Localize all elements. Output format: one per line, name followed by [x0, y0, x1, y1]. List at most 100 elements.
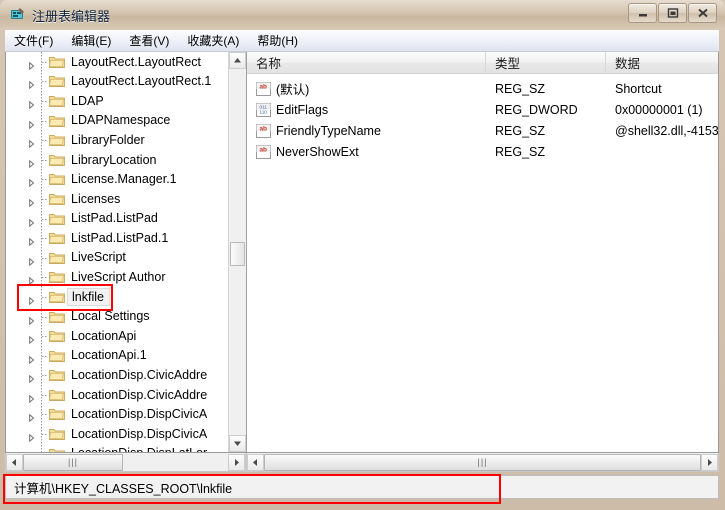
- tree-item[interactable]: License.Manager.1: [6, 170, 228, 190]
- column-header-data[interactable]: 数据: [606, 52, 718, 73]
- chevron-right-icon[interactable]: [27, 155, 36, 169]
- chevron-right-icon[interactable]: [27, 332, 36, 345]
- chevron-right-icon[interactable]: [27, 234, 36, 247]
- folder-icon: [49, 388, 65, 402]
- tree-connector-dash: [42, 120, 47, 122]
- tree-item[interactable]: LDAP: [6, 91, 228, 111]
- scroll-up-arrow-icon[interactable]: [229, 52, 246, 69]
- tree-item-label: LayoutRect.LayoutRect.1: [71, 74, 212, 89]
- tree-item[interactable]: LocationDisp.DispCivicA: [6, 405, 228, 425]
- tree-item[interactable]: LibraryLocation: [6, 150, 228, 170]
- folder-icon: [49, 270, 65, 284]
- chevron-right-icon[interactable]: [27, 410, 36, 423]
- title-bar: 注册表编辑器: [0, 0, 725, 30]
- tree-item[interactable]: Local Settings: [6, 307, 228, 327]
- value-data: 0x00000001 (1): [615, 102, 703, 117]
- tree-item[interactable]: ListPad.ListPad: [6, 209, 228, 229]
- close-button[interactable]: [688, 3, 717, 23]
- tree-item[interactable]: LocationApi: [6, 326, 228, 346]
- folder-icon: [49, 212, 65, 226]
- column-header-type[interactable]: 类型: [486, 52, 606, 73]
- registry-tree[interactable]: LayoutRect.LayoutRect LayoutRect.LayoutR…: [6, 52, 228, 452]
- tree-item[interactable]: LayoutRect.LayoutRect.1: [6, 72, 228, 92]
- chevron-right-icon[interactable]: [27, 430, 36, 443]
- tree-item[interactable]: LiveScript Author: [6, 268, 228, 288]
- chevron-right-icon[interactable]: [27, 214, 36, 227]
- chevron-right-icon[interactable]: [27, 273, 36, 286]
- menu-item-file[interactable]: 文件(F): [5, 30, 62, 51]
- chevron-right-icon[interactable]: [27, 371, 36, 384]
- tree-item-selected[interactable]: lnkfile: [6, 287, 228, 307]
- menu-item-view[interactable]: 查看(V): [120, 30, 178, 51]
- tree-item[interactable]: LocationDisp.DispLatLor: [6, 444, 228, 452]
- tree-vertical-scrollbar[interactable]: [228, 52, 246, 452]
- value-name-cell: ab NeverShowExt: [247, 144, 486, 159]
- tree-item-label: LiveScript Author: [71, 270, 166, 285]
- chevron-right-icon[interactable]: [27, 351, 36, 364]
- chevron-right-icon[interactable]: [27, 390, 36, 404]
- list-scroll-right-arrow-icon[interactable]: [701, 453, 718, 471]
- folder-icon: [49, 192, 65, 206]
- tree-scroll-thumb[interactable]: [230, 242, 245, 266]
- value-row[interactable]: ab NeverShowExt REG_SZ: [247, 141, 718, 162]
- horizontal-scrollbars: ||| |||: [5, 453, 719, 472]
- scroll-right-arrow-icon[interactable]: [228, 453, 245, 471]
- folder-icon: [49, 74, 65, 88]
- chevron-right-icon[interactable]: [27, 96, 36, 110]
- tree-item[interactable]: ListPad.ListPad.1: [6, 228, 228, 248]
- chevron-right-icon[interactable]: [27, 136, 36, 149]
- menu-item-favorites[interactable]: 收藏夹(A): [178, 30, 248, 51]
- value-type: REG_SZ: [495, 81, 546, 96]
- chevron-right-icon[interactable]: [27, 312, 36, 325]
- tree-item[interactable]: LocationDisp.CivicAddre: [6, 385, 228, 405]
- value-row[interactable]: ab (默认) REG_SZ Shortcut: [247, 78, 718, 99]
- value-row[interactable]: ab FriendlyTypeName REG_SZ @shell32.dll,-4…: [247, 120, 718, 141]
- value-data: @shell32.dll,-4153: [615, 123, 718, 138]
- chevron-right-icon[interactable]: [27, 57, 36, 71]
- menu-item-help[interactable]: 帮助(H): [248, 30, 307, 51]
- chevron-right-icon[interactable]: [27, 116, 36, 129]
- chevron-right-icon[interactable]: [27, 449, 36, 452]
- tree-connector-dash: [42, 296, 47, 298]
- value-row[interactable]: 011 110 EditFlags REG_DWORD 0x00000001 (1): [247, 99, 718, 120]
- list-scroll-left-arrow-icon[interactable]: [247, 453, 264, 471]
- tree-item[interactable]: LayoutRect.LayoutRect: [6, 52, 228, 72]
- tree-connector-dash: [42, 434, 47, 436]
- tree-hscroll-track[interactable]: |||: [23, 453, 228, 471]
- tree-hscroll-thumb[interactable]: |||: [23, 453, 123, 471]
- tree-horizontal-scrollbar[interactable]: |||: [5, 453, 246, 472]
- tree-item[interactable]: LocationDisp.DispCivicA: [6, 424, 228, 444]
- list-hscroll-thumb[interactable]: |||: [264, 453, 701, 471]
- tree-connector-dash: [42, 198, 47, 200]
- tree-item[interactable]: LocationApi.1: [6, 346, 228, 366]
- folder-icon: [49, 427, 65, 441]
- tree-connector-dash: [42, 238, 47, 240]
- tree-item[interactable]: LiveScript: [6, 248, 228, 268]
- tree-item-label: LocationDisp.CivicAddre: [71, 368, 208, 383]
- string-value-icon: ab: [256, 144, 271, 159]
- registry-tree-pane: LayoutRect.LayoutRect LayoutRect.LayoutR…: [6, 52, 247, 452]
- chevron-right-icon[interactable]: [27, 175, 36, 188]
- value-name-cell: ab (默认): [247, 79, 486, 98]
- list-hscroll-track[interactable]: |||: [264, 453, 701, 471]
- tree-item[interactable]: LocationDisp.CivicAddre: [6, 366, 228, 386]
- tree-item[interactable]: Licenses: [6, 189, 228, 209]
- scroll-left-arrow-icon[interactable]: [6, 453, 23, 471]
- tree-connector-dash: [42, 159, 47, 161]
- scroll-down-arrow-icon[interactable]: [229, 435, 246, 452]
- tree-item-label: LocationApi.1: [71, 348, 147, 363]
- chevron-right-icon[interactable]: [27, 292, 36, 306]
- minimize-button[interactable]: [628, 3, 657, 23]
- column-header-name[interactable]: 名称: [247, 52, 486, 73]
- tree-item[interactable]: LibraryFolder: [6, 130, 228, 150]
- tree-item-label: Licenses: [71, 191, 121, 206]
- list-horizontal-scrollbar[interactable]: |||: [246, 453, 719, 472]
- tree-item[interactable]: LDAPNamespace: [6, 111, 228, 131]
- folder-icon: [49, 349, 65, 363]
- menu-item-edit[interactable]: 编辑(E): [62, 30, 120, 51]
- maximize-button[interactable]: [658, 3, 687, 23]
- chevron-right-icon[interactable]: [27, 194, 36, 208]
- chevron-right-icon[interactable]: [27, 253, 36, 267]
- folder-icon: [49, 172, 65, 186]
- chevron-right-icon[interactable]: [27, 77, 36, 90]
